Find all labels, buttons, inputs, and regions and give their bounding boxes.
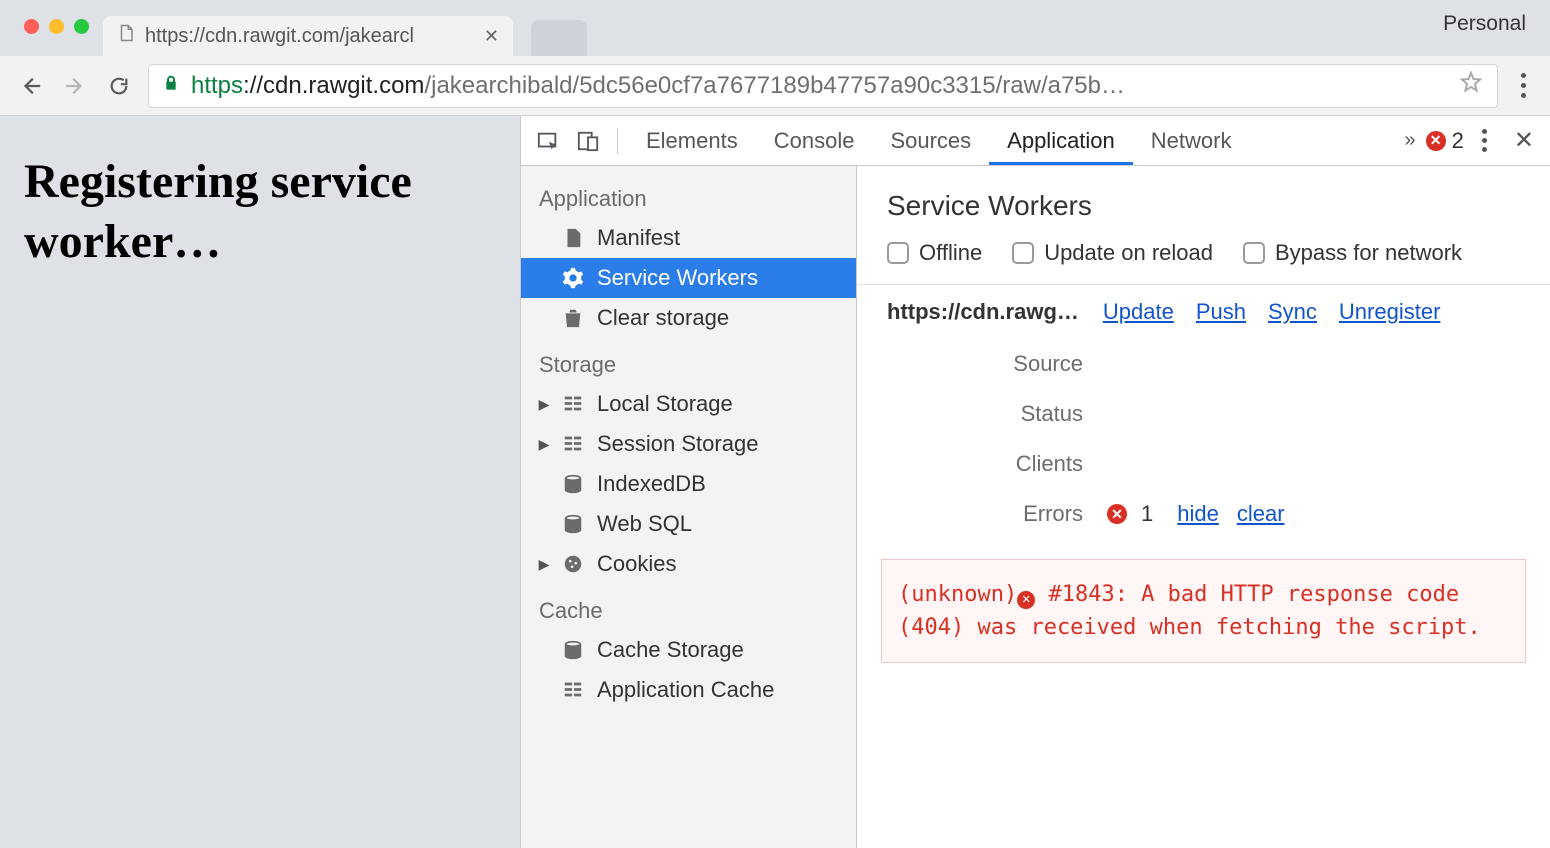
minimize-window-button[interactable] [49, 19, 64, 34]
lock-icon [163, 72, 179, 100]
more-tabs-button[interactable]: » [1405, 129, 1416, 152]
devtools-tab-application[interactable]: Application [989, 116, 1133, 165]
devtools-tab-console[interactable]: Console [756, 116, 873, 165]
sw-origin: https://cdn.rawg… [887, 299, 1079, 325]
gear-icon [561, 267, 585, 289]
browser-menu-button[interactable] [1512, 73, 1534, 98]
trash-icon [561, 307, 585, 329]
chevron-right-icon: ▶ [537, 556, 551, 573]
error-count-badge[interactable]: ✕ 2 [1426, 128, 1464, 154]
sidebar-section-storage: Storage [521, 338, 856, 384]
forward-button[interactable] [60, 71, 90, 101]
url-text: https://cdn.rawgit.com/jakearchibald/5dc… [191, 72, 1125, 100]
cookie-icon [561, 553, 585, 575]
maximize-window-button[interactable] [74, 19, 89, 34]
window-controls [10, 19, 103, 56]
db-icon [561, 513, 585, 535]
devtools-tab-elements[interactable]: Elements [628, 116, 756, 165]
sidebar-item-label: Web SQL [597, 511, 692, 537]
checkbox-box [887, 242, 909, 264]
sidebar-item-application-cache[interactable]: ▶Application Cache [521, 670, 856, 710]
devtools-tabs: ElementsConsoleSourcesApplicationNetwork… [521, 116, 1550, 166]
errors-hide-link[interactable]: hide [1177, 501, 1219, 527]
sw-row-label: Source [887, 351, 1107, 377]
checkbox-box [1243, 242, 1265, 264]
sidebar-item-web-sql[interactable]: ▶Web SQL [521, 504, 856, 544]
tab-title: https://cdn.rawgit.com/jakearcl [145, 25, 414, 48]
chevron-right-icon: ▶ [537, 396, 551, 413]
device-toolbar-button[interactable] [569, 116, 607, 165]
sidebar-item-label: IndexedDB [597, 471, 706, 497]
sidebar-item-session-storage[interactable]: ▶ Session Storage [521, 424, 856, 464]
new-tab-button[interactable] [531, 20, 587, 56]
sidebar-item-label: Clear storage [597, 305, 729, 331]
devtools-tab-sources[interactable]: Sources [872, 116, 989, 165]
error-icon: ✕ [1107, 504, 1127, 524]
sidebar-item-label: Manifest [597, 225, 680, 251]
close-tab-button[interactable]: ✕ [484, 26, 499, 47]
error-icon: ✕ [1426, 131, 1446, 151]
sw-action-sync[interactable]: Sync [1268, 299, 1317, 325]
errors-count: 1 [1141, 501, 1153, 527]
sidebar-item-label: Local Storage [597, 391, 733, 417]
error-icon: ✕ [1017, 591, 1035, 609]
db-icon [561, 639, 585, 661]
sidebar-item-label: Session Storage [597, 431, 758, 457]
grid-icon [561, 393, 585, 415]
devtools-panel: ElementsConsoleSourcesApplicationNetwork… [520, 116, 1550, 848]
page-heading: Registering service worker… [24, 152, 496, 272]
errors-label: Errors [887, 501, 1107, 527]
sidebar-item-label: Application Cache [597, 677, 774, 703]
devtools-menu-button[interactable] [1474, 129, 1496, 152]
application-sidebar: Application▶Manifest▶Service Workers▶Cle… [521, 166, 857, 848]
sw-action-push[interactable]: Push [1196, 299, 1246, 325]
address-bar: https://cdn.rawgit.com/jakearchibald/5dc… [0, 56, 1550, 116]
checkbox-update-on-reload[interactable]: Update on reload [1012, 240, 1213, 266]
reload-button[interactable] [104, 71, 134, 101]
close-window-button[interactable] [24, 19, 39, 34]
sw-action-update[interactable]: Update [1103, 299, 1174, 325]
pane-title: Service Workers [857, 166, 1550, 232]
grid-icon [561, 433, 585, 455]
db-icon [561, 473, 585, 495]
page-content: Registering service worker… [0, 116, 520, 848]
grid-icon [561, 679, 585, 701]
devtools-tab-network[interactable]: Network [1133, 116, 1250, 165]
errors-clear-link[interactable]: clear [1237, 501, 1285, 527]
sidebar-item-label: Cache Storage [597, 637, 744, 663]
sw-action-unregister[interactable]: Unregister [1339, 299, 1440, 325]
checkbox-bypass-for-network[interactable]: Bypass for network [1243, 240, 1462, 266]
profile-label[interactable]: Personal [1443, 12, 1526, 36]
url-input[interactable]: https://cdn.rawgit.com/jakearchibald/5dc… [148, 64, 1498, 108]
sidebar-item-indexeddb[interactable]: ▶IndexedDB [521, 464, 856, 504]
file-icon [117, 22, 135, 50]
sidebar-item-label: Service Workers [597, 265, 758, 291]
inspect-element-button[interactable] [529, 116, 567, 165]
sidebar-section-application: Application [521, 172, 856, 218]
sidebar-item-service-workers[interactable]: ▶Service Workers [521, 258, 856, 298]
devtools-close-button[interactable]: ✕ [1506, 126, 1542, 155]
chevron-right-icon: ▶ [537, 436, 551, 453]
browser-tab[interactable]: https://cdn.rawgit.com/jakearcl ✕ [103, 16, 513, 56]
sidebar-item-label: Cookies [597, 551, 676, 577]
sidebar-item-cache-storage[interactable]: ▶Cache Storage [521, 630, 856, 670]
sidebar-item-local-storage[interactable]: ▶ Local Storage [521, 384, 856, 424]
checkbox-box [1012, 242, 1034, 264]
sidebar-item-manifest[interactable]: ▶Manifest [521, 218, 856, 258]
service-workers-pane: Service Workers Offline Update on reload B… [857, 166, 1550, 848]
sw-row-label: Clients [887, 451, 1107, 477]
back-button[interactable] [16, 71, 46, 101]
tab-strip: https://cdn.rawgit.com/jakearcl ✕ Person… [0, 0, 1550, 56]
sidebar-item-clear-storage[interactable]: ▶Clear storage [521, 298, 856, 338]
sidebar-item-cookies[interactable]: ▶ Cookies [521, 544, 856, 584]
sidebar-section-cache: Cache [521, 584, 856, 630]
file-icon [561, 227, 585, 249]
sw-row-label: Status [887, 401, 1107, 427]
error-message: (unknown)✕ #1843: A bad HTTP response co… [881, 559, 1526, 663]
checkbox-offline[interactable]: Offline [887, 240, 982, 266]
bookmark-star-icon[interactable] [1459, 70, 1483, 101]
